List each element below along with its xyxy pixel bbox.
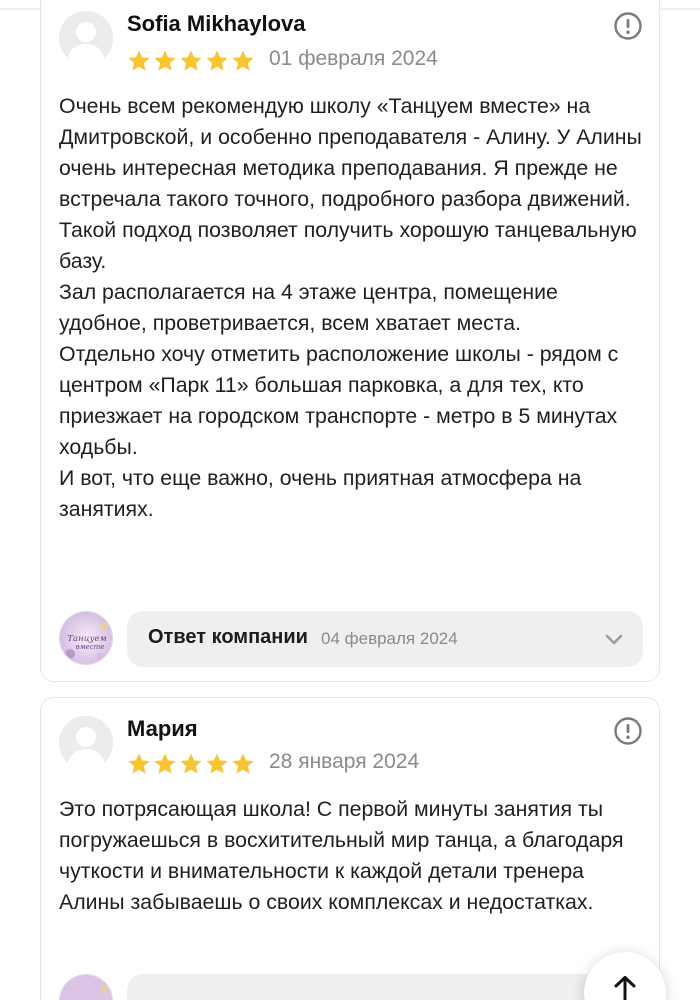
star-icon [232,50,254,71]
company-logo-image [60,975,112,1000]
rating-stars [127,49,255,73]
company-logo-image: Танцуем вместе [60,612,112,664]
user-silhouette-icon [59,716,113,770]
avatar[interactable] [59,11,113,65]
star-icon [232,753,254,774]
star-icon [206,50,228,71]
review-date: 28 января 2024 [269,750,420,773]
review-text: Очень всем рекомендую школу «Танцуем вме… [59,94,642,521]
star-icon [180,753,202,774]
star-icon [128,753,150,774]
star-icon [180,50,202,71]
company-logo[interactable] [59,974,113,1000]
review-author[interactable]: Мария [127,716,198,742]
company-reply-toggle[interactable]: Ответ компании 04 февраля 2024 [127,611,643,667]
review-author[interactable]: Sofia Mikhaylova [127,11,306,37]
chevron-down-icon [603,628,625,650]
review-card: Sofia Mikhaylova 01 февраля 2024 Очень в… [40,0,660,682]
review-date: 01 февраля 2024 [269,47,438,70]
report-button[interactable] [613,716,643,746]
exclamation-circle-icon [614,717,642,745]
avatar[interactable] [59,716,113,770]
reply-label: Ответ компании [148,626,308,648]
rating-stars [127,752,255,776]
star-icon [206,753,228,774]
review-card: Мария 28 января 2024 Это потрясающая шко… [40,697,660,1000]
star-icon [154,753,176,774]
report-button[interactable] [613,11,643,41]
user-silhouette-icon [59,11,113,65]
company-logo[interactable]: Танцуем вместе [59,611,113,665]
review-text: Это потрясающая школа! С первой минуты з… [59,797,624,914]
company-reply-toggle[interactable] [127,974,643,1000]
star-icon [128,50,150,71]
arrow-up-icon [614,976,636,1000]
company-logo-text-2: вместе [76,643,105,651]
exclamation-circle-icon [614,12,642,40]
reply-date: 04 февраля 2024 [321,629,458,648]
star-icon [154,50,176,71]
